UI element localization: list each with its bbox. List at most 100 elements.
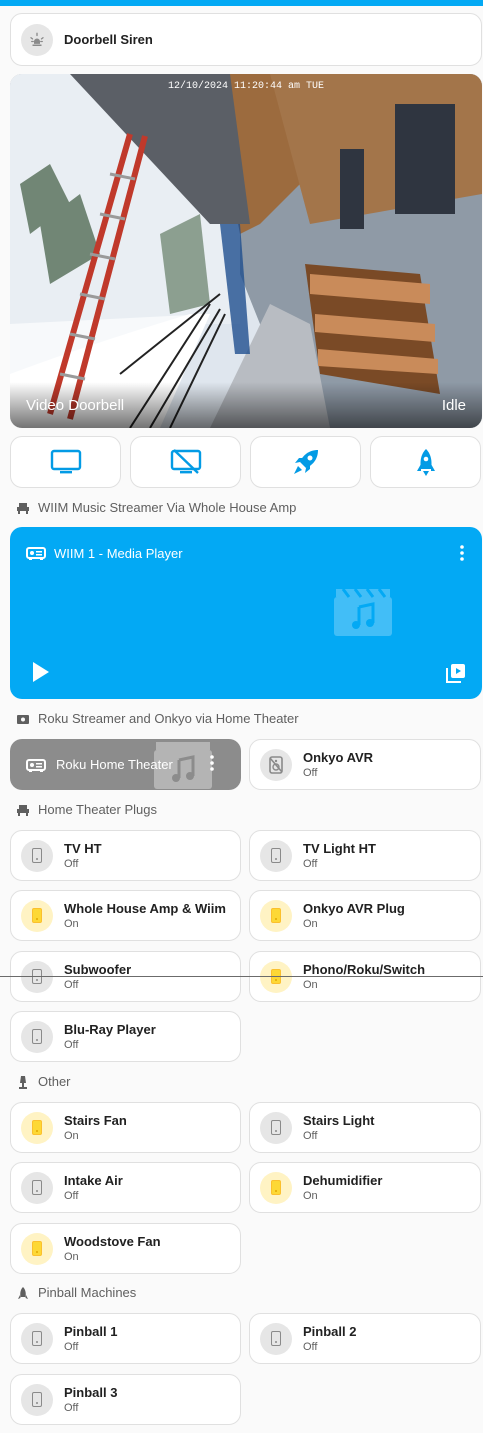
- plug-state: On: [303, 979, 318, 991]
- media-placeholder-art-icon: [333, 587, 393, 642]
- section-wiim-title: WIIM Music Streamer Via Whole House Amp: [38, 500, 297, 515]
- rocket-launch-button[interactable]: [250, 436, 361, 488]
- rocket-button[interactable]: [370, 436, 481, 488]
- section-other: Other: [16, 1074, 71, 1089]
- section-plugs: Home Theater Plugs: [16, 802, 157, 817]
- other-state: On: [64, 1251, 79, 1263]
- divider-line: [0, 976, 483, 977]
- more-vert-icon[interactable]: [210, 755, 214, 776]
- plug-state: Off: [64, 979, 79, 991]
- pinball-state: Off: [64, 1341, 79, 1353]
- more-vert-icon[interactable]: [460, 545, 464, 566]
- roku-player-title: Roku Home Theater: [56, 757, 173, 772]
- power-plug-icon: [21, 1383, 53, 1416]
- other-tile-dehumidifier[interactable]: Dehumidifier On: [249, 1162, 481, 1213]
- power-plug-icon: [21, 1322, 53, 1355]
- play-icon[interactable]: [32, 661, 50, 688]
- pinball-tile-1[interactable]: Pinball 1 Off: [10, 1313, 241, 1364]
- section-roku-title: Roku Streamer and Onkyo via Home Theater: [38, 711, 299, 726]
- power-plug-icon: [21, 1232, 53, 1265]
- plug-tile-tv-ht[interactable]: TV HT Off: [10, 830, 241, 881]
- rocket-icon: [16, 1286, 30, 1300]
- power-plug-icon: [260, 1322, 292, 1355]
- plug-tile-blu-ray-player[interactable]: Blu-Ray Player Off: [10, 1011, 241, 1062]
- other-name: Woodstove Fan: [64, 1234, 161, 1249]
- plug-tile-tv-light-ht[interactable]: TV Light HT Off: [249, 830, 481, 881]
- video-icon: [16, 712, 30, 726]
- doorbell-siren-tile[interactable]: Doorbell Siren: [10, 13, 482, 66]
- pinball-state: Off: [64, 1402, 79, 1414]
- other-tile-stairs-light[interactable]: Stairs Light Off: [249, 1102, 481, 1153]
- other-name: Dehumidifier: [303, 1173, 383, 1188]
- plug-state: On: [64, 918, 79, 930]
- wiim-player-title: WIIM 1 - Media Player: [54, 546, 183, 561]
- section-plugs-title: Home Theater Plugs: [38, 802, 157, 817]
- power-plug-icon: [21, 899, 53, 932]
- pinball-tile-3[interactable]: Pinball 3 Off: [10, 1374, 241, 1425]
- power-plug-icon: [260, 839, 292, 872]
- plug-state: On: [303, 918, 318, 930]
- section-roku: Roku Streamer and Onkyo via Home Theater: [16, 711, 299, 726]
- rocket-launch-icon: [293, 450, 318, 474]
- onkyo-avr-tile[interactable]: Onkyo AVR Off: [249, 739, 481, 790]
- speaker-icon: [26, 547, 46, 566]
- onkyo-state: Off: [303, 767, 318, 779]
- pinball-name: Pinball 1: [64, 1324, 118, 1339]
- other-tile-intake-air[interactable]: Intake Air Off: [10, 1162, 241, 1213]
- sofa-icon: [16, 803, 30, 817]
- camera-state: Idle: [441, 397, 466, 414]
- siren-icon: [21, 23, 53, 56]
- plug-name: Onkyo AVR Plug: [303, 901, 405, 916]
- camera-name: Video Doorbell: [26, 397, 125, 414]
- plug-name: Whole House Amp & Wiim: [64, 901, 226, 916]
- plug-state: Off: [64, 1039, 79, 1051]
- pinball-name: Pinball 2: [303, 1324, 357, 1339]
- section-pinball: Pinball Machines: [16, 1285, 136, 1300]
- tv-off-icon: [170, 449, 201, 474]
- other-state: On: [303, 1190, 318, 1202]
- speaker-off-icon: [260, 748, 292, 781]
- other-state: On: [64, 1130, 79, 1142]
- power-plug-icon: [21, 839, 53, 872]
- browse-media-icon[interactable]: [446, 663, 466, 688]
- section-wiim: WIIM Music Streamer Via Whole House Amp: [16, 500, 296, 515]
- section-other-title: Other: [38, 1074, 71, 1089]
- tv-off-button[interactable]: [130, 436, 241, 488]
- other-name: Intake Air: [64, 1173, 123, 1188]
- other-name: Stairs Fan: [64, 1113, 127, 1128]
- sofa-icon: [16, 501, 30, 515]
- other-state: Off: [303, 1130, 318, 1142]
- plug-name: Blu-Ray Player: [64, 1022, 156, 1037]
- pinball-tile-2[interactable]: Pinball 2 Off: [249, 1313, 481, 1364]
- roku-media-player-card[interactable]: Roku Home Theater: [10, 739, 241, 790]
- video-doorbell-camera[interactable]: 12/10/2024 11:20:44 am TUE Video Doorbel…: [10, 74, 482, 428]
- power-plug-icon: [260, 1111, 292, 1144]
- speaker-icon: [26, 759, 46, 778]
- tv-on-button[interactable]: [10, 436, 121, 488]
- plug-tile-onkyo-avr-plug[interactable]: Onkyo AVR Plug On: [249, 890, 481, 941]
- plug-state: Off: [64, 858, 79, 870]
- wiim-media-player-card[interactable]: WIIM 1 - Media Player: [10, 527, 482, 699]
- tv-icon: [50, 449, 81, 474]
- rocket-icon: [416, 449, 435, 476]
- power-plug-icon: [260, 1171, 292, 1204]
- doorbell-siren-label: Doorbell Siren: [64, 32, 153, 47]
- power-plug-icon: [21, 1020, 53, 1053]
- power-plug-icon: [21, 1111, 53, 1144]
- other-name: Stairs Light: [303, 1113, 375, 1128]
- plug-tile-whole-house-amp[interactable]: Whole House Amp & Wiim On: [10, 890, 241, 941]
- camera-feed-image: [10, 74, 482, 428]
- plug-state: Off: [303, 858, 318, 870]
- section-pinball-title: Pinball Machines: [38, 1285, 137, 1300]
- top-accent-bar: [0, 0, 483, 6]
- other-state: Off: [64, 1190, 79, 1202]
- pinball-state: Off: [303, 1341, 318, 1353]
- plug-name: TV Light HT: [303, 841, 376, 856]
- power-plug-icon: [260, 899, 292, 932]
- other-tile-stairs-fan[interactable]: Stairs Fan On: [10, 1102, 241, 1153]
- pinball-name: Pinball 3: [64, 1385, 118, 1400]
- power-plug-icon: [21, 1171, 53, 1204]
- other-tile-woodstove-fan[interactable]: Woodstove Fan On: [10, 1223, 241, 1274]
- lamp-icon: [16, 1075, 30, 1089]
- camera-timestamp: 12/10/2024 11:20:44 am TUE: [167, 81, 325, 92]
